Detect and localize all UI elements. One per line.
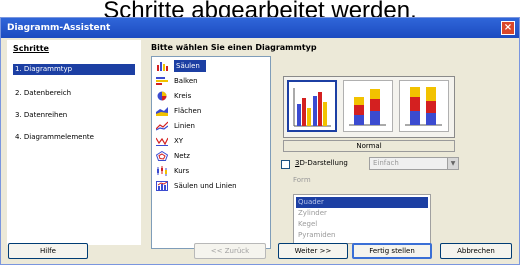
chart-type-label: Säulen bbox=[174, 60, 206, 72]
pie-chart-icon bbox=[157, 91, 167, 101]
step-chart-type[interactable]: 1. Diagrammtyp bbox=[13, 64, 135, 75]
chart-type-label: Flächen bbox=[174, 107, 202, 115]
next-button[interactable]: Weiter >> bbox=[278, 243, 348, 259]
title-bar: Diagramm-Assistent × bbox=[1, 18, 519, 38]
steps-pane: Schritte 1. Diagrammtyp 2. Datenbereich … bbox=[7, 40, 141, 245]
column-line-chart-icon bbox=[156, 181, 168, 191]
chart-type-label: Netz bbox=[174, 152, 190, 160]
chart-type-label: Linien bbox=[174, 122, 195, 130]
chart-type-item-columns-and-lines[interactable]: Säulen und Linien bbox=[156, 180, 268, 192]
chart-type-item-lines[interactable]: Linien bbox=[156, 120, 268, 132]
form-item-cylinder[interactable]: Zylinder bbox=[296, 208, 428, 219]
chart-type-item-net[interactable]: Netz bbox=[156, 150, 268, 162]
back-button[interactable]: << Zurück bbox=[194, 243, 266, 259]
net-chart-icon bbox=[156, 151, 168, 161]
stock-chart-icon bbox=[157, 166, 167, 176]
help-button[interactable]: Hilfe bbox=[8, 243, 88, 259]
variant-normal[interactable] bbox=[287, 80, 337, 132]
close-button[interactable]: × bbox=[501, 21, 515, 35]
chevron-down-icon[interactable]: ▼ bbox=[447, 158, 458, 169]
chart-type-label: Säulen und Linien bbox=[174, 182, 237, 190]
chart-type-label: XY bbox=[174, 137, 184, 145]
chart-type-item-stock[interactable]: Kurs bbox=[156, 165, 268, 177]
chart-type-label: Kreis bbox=[174, 92, 192, 100]
bar-chart-icon bbox=[156, 77, 168, 85]
form-item-pyramid[interactable]: Pyramiden bbox=[296, 230, 428, 241]
chart-type-list: Säulen Balken Kreis Flächen Linien XY Ne… bbox=[151, 56, 271, 249]
shading-value: Einfach bbox=[373, 159, 399, 167]
cancel-button[interactable]: Abbrechen bbox=[440, 243, 512, 259]
step-chart-elements[interactable]: 4. Diagrammelemente bbox=[13, 132, 135, 143]
chart-type-label: Balken bbox=[174, 77, 198, 85]
chart-type-item-columns[interactable]: Säulen bbox=[156, 60, 268, 72]
step-data-range[interactable]: 2. Datenbereich bbox=[13, 88, 135, 99]
xy-chart-icon bbox=[156, 137, 168, 146]
three-d-checkbox[interactable] bbox=[281, 160, 290, 169]
line-chart-icon bbox=[156, 121, 168, 131]
shading-select[interactable]: Einfach ▼ bbox=[369, 157, 459, 170]
chart-type-item-area[interactable]: Flächen bbox=[156, 105, 268, 117]
chart-type-label: Kurs bbox=[174, 167, 190, 175]
chart-wizard-dialog: Diagramm-Assistent × Schritte 1. Diagram… bbox=[0, 17, 520, 265]
form-list: Quader Zylinder Kegel Pyramiden bbox=[293, 194, 431, 244]
form-label: Form bbox=[293, 176, 311, 184]
chart-variant-panel bbox=[283, 76, 455, 138]
three-d-label: 3D-Darstellung bbox=[295, 159, 348, 167]
normal-columns-icon bbox=[293, 88, 331, 127]
form-item-cone[interactable]: Kegel bbox=[296, 219, 428, 230]
steps-heading: Schritte bbox=[13, 44, 49, 53]
chart-type-item-xy[interactable]: XY bbox=[156, 135, 268, 147]
finish-button[interactable]: Fertig stellen bbox=[352, 243, 432, 259]
area-chart-icon bbox=[156, 107, 168, 116]
variant-stacked[interactable] bbox=[343, 80, 393, 132]
variant-name-label: Normal bbox=[283, 140, 455, 152]
column-chart-icon bbox=[157, 62, 168, 71]
three-d-label-text: D-Darstellung bbox=[299, 159, 348, 167]
form-item-cuboid[interactable]: Quader bbox=[296, 197, 428, 208]
close-icon: × bbox=[503, 22, 513, 33]
chart-type-prompt: Bitte wählen Sie einen Diagrammtyp bbox=[151, 43, 317, 52]
step-data-series[interactable]: 3. Datenreihen bbox=[13, 110, 135, 121]
chart-type-item-bars[interactable]: Balken bbox=[156, 75, 268, 87]
chart-type-item-pie[interactable]: Kreis bbox=[156, 90, 268, 102]
percent-stacked-columns-icon bbox=[405, 87, 442, 126]
stacked-columns-icon bbox=[349, 89, 386, 126]
window-title: Diagramm-Assistent bbox=[7, 23, 111, 33]
variant-percent-stacked[interactable] bbox=[399, 80, 449, 132]
